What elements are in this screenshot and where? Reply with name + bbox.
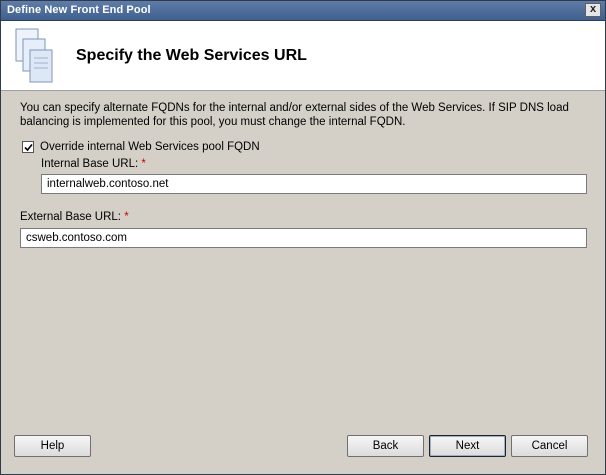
dialog-window: Define New Front End Pool x Specify the … — [0, 0, 606, 475]
override-checkbox-label[interactable]: Override internal Web Services pool FQDN — [40, 141, 260, 153]
wizard-header: Specify the Web Services URL — [1, 21, 605, 91]
external-url-label-text: External Base URL: — [20, 211, 121, 223]
next-button[interactable]: Next — [429, 435, 506, 457]
external-url-label: External Base URL: * — [20, 211, 129, 223]
help-button[interactable]: Help — [14, 435, 91, 457]
back-button[interactable]: Back — [347, 435, 424, 457]
page-title: Specify the Web Services URL — [76, 47, 307, 64]
close-button[interactable]: x — [585, 3, 601, 17]
window-title: Define New Front End Pool — [7, 4, 151, 16]
description-line-2: balancing is implemented for this pool, … — [20, 116, 406, 128]
content-area: You can specify alternate FQDNs for the … — [1, 91, 605, 421]
internal-url-label: Internal Base URL: * — [41, 158, 146, 170]
title-bar[interactable]: Define New Front End Pool x — [1, 1, 605, 21]
checkmark-icon — [24, 143, 33, 152]
server-stack-icon — [15, 28, 53, 83]
external-url-input[interactable]: csweb.contoso.com — [20, 228, 587, 248]
required-marker: * — [141, 158, 146, 170]
internal-url-input[interactable]: internalweb.contoso.net — [41, 174, 587, 194]
cancel-button[interactable]: Cancel — [511, 435, 588, 457]
required-marker: * — [124, 211, 129, 223]
description-text: You can specify alternate FQDNs for the … — [20, 101, 590, 129]
override-checkbox[interactable] — [22, 141, 34, 153]
close-icon: x — [589, 3, 597, 15]
internal-url-label-text: Internal Base URL: — [41, 158, 139, 170]
description-line-1: You can specify alternate FQDNs for the … — [20, 102, 569, 114]
